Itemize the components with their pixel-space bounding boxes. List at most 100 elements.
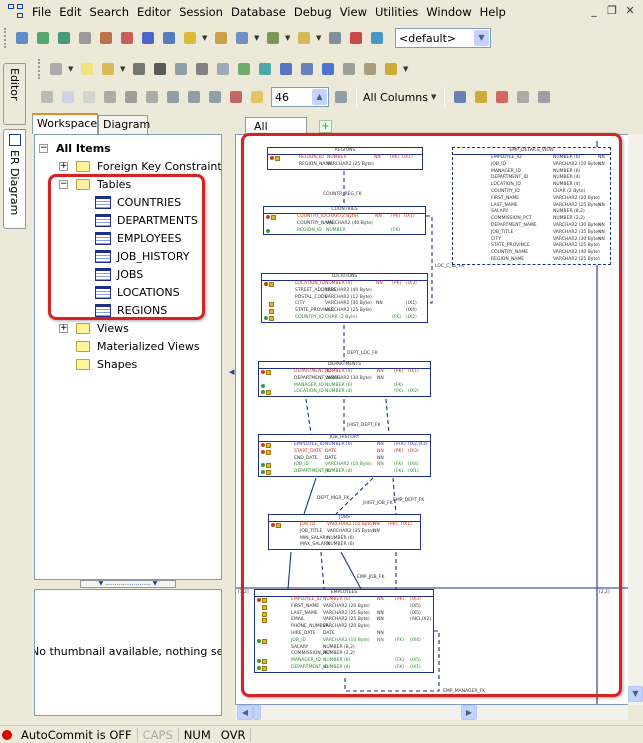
- menu-database[interactable]: Database: [227, 5, 290, 19]
- restore-button[interactable]: ❐: [605, 4, 619, 18]
- chevron-down-icon[interactable]: ▼: [316, 34, 323, 42]
- relation-icon[interactable]: [47, 60, 65, 78]
- wizard-icon[interactable]: [181, 29, 199, 47]
- menu-search[interactable]: Search: [86, 5, 134, 19]
- object-browser-icon[interactable]: [34, 29, 52, 47]
- snap-grid-icon[interactable]: [493, 88, 511, 106]
- refresh-icon[interactable]: [277, 60, 295, 78]
- database-icon[interactable]: [295, 29, 313, 47]
- minimize-button[interactable]: _: [587, 4, 601, 18]
- scroll-down-button[interactable]: ▼: [628, 686, 643, 702]
- page-setup-icon[interactable]: [214, 60, 232, 78]
- column-list-icon[interactable]: [143, 88, 161, 106]
- align-top-icon[interactable]: [451, 88, 469, 106]
- copy-icon[interactable]: [340, 60, 358, 78]
- chevron-down-icon[interactable]: ▼: [68, 65, 75, 73]
- grid-settings-icon[interactable]: [535, 88, 553, 106]
- collapse-icon[interactable]: −: [39, 143, 48, 153]
- side-tab-er-diagram[interactable]: ER Diagram: [3, 129, 26, 229]
- zoom-fit-icon[interactable]: [227, 88, 245, 106]
- zoom-spinner[interactable]: ▲: [312, 89, 327, 105]
- zoom-out-icon[interactable]: [185, 88, 203, 106]
- session-icon[interactable]: [233, 29, 251, 47]
- zoom-icon[interactable]: [164, 88, 182, 106]
- chevron-down-icon[interactable]: ▼: [202, 34, 209, 42]
- paste-icon[interactable]: [361, 60, 379, 78]
- profile-select[interactable]: <default> ▼: [395, 28, 491, 48]
- menu-utilities[interactable]: Utilities: [371, 5, 422, 19]
- grid-icon[interactable]: [514, 88, 532, 106]
- sql-icon[interactable]: [97, 29, 115, 47]
- collapse-arrow-icon[interactable]: ◀: [229, 368, 234, 380]
- save-all-icon[interactable]: [130, 60, 148, 78]
- note-icon[interactable]: [80, 88, 98, 106]
- scroll-left-button[interactable]: ◀: [237, 705, 253, 720]
- align-center-icon[interactable]: [472, 88, 490, 106]
- fit-page-icon[interactable]: [248, 88, 266, 106]
- zoom-level-input[interactable]: 46 ▲: [271, 87, 329, 107]
- chevron-down-icon[interactable]: ▼: [285, 34, 292, 42]
- connect-icon[interactable]: [55, 29, 73, 47]
- chevron-down-icon[interactable]: ▼: [403, 65, 410, 73]
- web-icon[interactable]: [319, 60, 337, 78]
- print-icon[interactable]: [193, 60, 211, 78]
- add-tab-icon[interactable]: +: [319, 120, 332, 133]
- compare-icon[interactable]: [326, 29, 344, 47]
- menu-edit[interactable]: Edit: [55, 5, 85, 19]
- tree-node-foreign-keys[interactable]: + Foreign Key Constraints: [59, 157, 221, 175]
- zoom-reset-icon[interactable]: [332, 88, 350, 106]
- tree-node-all-items[interactable]: − All Items: [39, 139, 111, 157]
- add-table-icon[interactable]: [235, 60, 253, 78]
- table-view-icon[interactable]: [122, 88, 140, 106]
- disconnect-icon[interactable]: [76, 29, 94, 47]
- columns-mode-select[interactable]: All Columns: [363, 91, 428, 104]
- import-icon[interactable]: [368, 29, 386, 47]
- layout-icon[interactable]: [298, 60, 316, 78]
- side-tab-editor[interactable]: Editor: [3, 63, 26, 125]
- menu-editor[interactable]: Editor: [133, 5, 175, 19]
- tab-diagram[interactable]: Diagram: [98, 115, 150, 134]
- chevron-down-icon[interactable]: ▼: [254, 34, 261, 42]
- autocommit-status[interactable]: AutoCommit is OFF: [16, 727, 138, 742]
- panel-splitter[interactable]: ▼ ........................ ▼: [80, 580, 176, 588]
- menu-window[interactable]: Window: [422, 5, 475, 19]
- menu-session[interactable]: Session: [175, 5, 227, 19]
- chevron-down-icon[interactable]: ▼: [120, 65, 127, 73]
- menu-file[interactable]: File: [28, 5, 55, 19]
- menu-help[interactable]: Help: [476, 5, 510, 19]
- report-icon[interactable]: [264, 29, 282, 47]
- multi-page-icon[interactable]: [101, 88, 119, 106]
- expand-icon[interactable]: +: [59, 161, 68, 171]
- horizontal-scrollbar[interactable]: ◀ ▶: [235, 705, 628, 720]
- chevron-down-icon[interactable]: ▼: [431, 93, 438, 101]
- save-to-db-icon[interactable]: [347, 29, 365, 47]
- tab-workspace[interactable]: Workspace: [32, 113, 98, 134]
- close-button[interactable]: ✕: [623, 4, 637, 18]
- tree-node-views[interactable]: + Views: [59, 319, 129, 337]
- print-preview-icon[interactable]: [172, 60, 190, 78]
- vertical-scrollbar[interactable]: ▼: [628, 134, 643, 705]
- new-diagram-icon[interactable]: [78, 60, 96, 78]
- new-sql-window-icon[interactable]: [13, 29, 31, 47]
- select-pointer-icon[interactable]: [59, 88, 77, 106]
- scroll-thumb[interactable]: [253, 705, 261, 720]
- add-entity-icon[interactable]: [256, 60, 274, 78]
- schema-browser-icon[interactable]: [118, 29, 136, 47]
- pan-hand-icon[interactable]: [38, 88, 56, 106]
- tree-node-materialized-views[interactable]: Materialized Views: [76, 337, 200, 355]
- toolbar-grip[interactable]: [38, 59, 41, 79]
- menu-debug[interactable]: Debug: [290, 5, 336, 19]
- editor-icon[interactable]: [160, 29, 178, 47]
- scroll-right-button[interactable]: ▶: [461, 705, 477, 720]
- tree-node-shapes[interactable]: Shapes: [76, 355, 137, 373]
- bookmark-icon[interactable]: [139, 29, 157, 47]
- expand-icon[interactable]: +: [59, 323, 68, 333]
- open-icon[interactable]: [99, 60, 117, 78]
- vertical-splitter[interactable]: ◀: [228, 113, 235, 718]
- toolbar-grip[interactable]: [4, 28, 7, 48]
- zoom-in-icon[interactable]: [206, 88, 224, 106]
- generate-icon[interactable]: [382, 60, 400, 78]
- query-builder-icon[interactable]: [212, 29, 230, 47]
- save-icon[interactable]: [151, 60, 169, 78]
- menu-view[interactable]: View: [336, 5, 371, 19]
